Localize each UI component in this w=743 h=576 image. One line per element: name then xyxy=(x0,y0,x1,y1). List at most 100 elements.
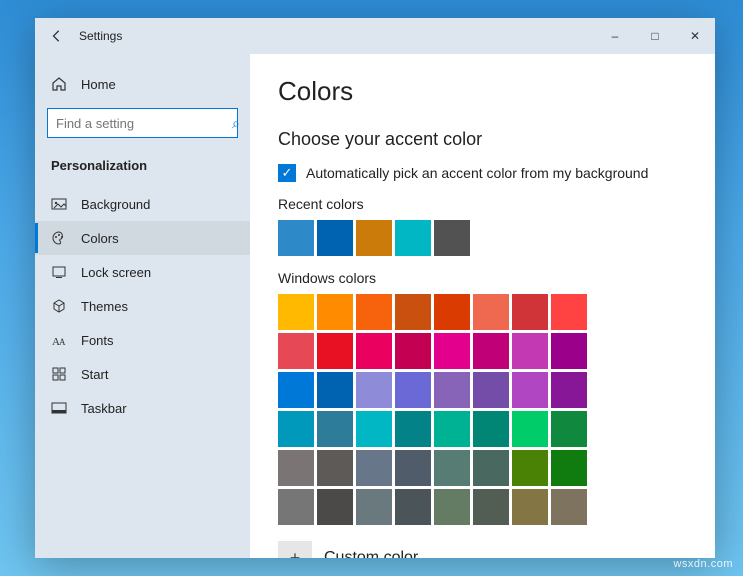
auto-accent-row[interactable]: ✓ Automatically pick an accent color fro… xyxy=(278,164,687,182)
color-swatch[interactable] xyxy=(356,372,392,408)
nav-home-label: Home xyxy=(81,77,116,92)
color-swatch[interactable] xyxy=(317,450,353,486)
nav-start[interactable]: Start xyxy=(35,357,250,391)
color-swatch[interactable] xyxy=(278,220,314,256)
windows-colors-label: Windows colors xyxy=(278,270,687,286)
nav-themes[interactable]: Themes xyxy=(35,289,250,323)
color-swatch[interactable] xyxy=(395,450,431,486)
close-button[interactable]: ✕ xyxy=(675,18,715,54)
color-swatch[interactable] xyxy=(278,489,314,525)
color-swatch[interactable] xyxy=(512,333,548,369)
color-swatch[interactable] xyxy=(278,372,314,408)
section-title: Choose your accent color xyxy=(278,129,687,150)
color-swatch[interactable] xyxy=(356,294,392,330)
color-swatch[interactable] xyxy=(473,411,509,447)
plus-icon[interactable]: + xyxy=(278,541,312,558)
sidebar: Home ⌕ Personalization Background Colors… xyxy=(35,54,250,558)
color-swatch[interactable] xyxy=(512,411,548,447)
color-swatch[interactable] xyxy=(356,450,392,486)
settings-window: Settings – □ ✕ Home ⌕ Personalization Ba… xyxy=(35,18,715,558)
windows-colors-grid xyxy=(278,294,590,525)
themes-icon xyxy=(51,298,67,314)
color-swatch[interactable] xyxy=(434,372,470,408)
color-swatch[interactable] xyxy=(395,333,431,369)
color-swatch[interactable] xyxy=(278,450,314,486)
color-swatch[interactable] xyxy=(317,220,353,256)
color-swatch[interactable] xyxy=(356,489,392,525)
nav-label: Fonts xyxy=(81,333,114,348)
custom-color-row[interactable]: + Custom color xyxy=(278,541,687,558)
color-swatch[interactable] xyxy=(356,220,392,256)
maximize-button[interactable]: □ xyxy=(635,18,675,54)
nav-label: Colors xyxy=(81,231,119,246)
nav-label: Taskbar xyxy=(81,401,127,416)
titlebar: Settings – □ ✕ xyxy=(35,18,715,54)
back-arrow-icon xyxy=(50,29,64,43)
search-icon: ⌕ xyxy=(232,115,240,132)
color-swatch[interactable] xyxy=(473,450,509,486)
color-swatch[interactable] xyxy=(317,489,353,525)
color-swatch[interactable] xyxy=(551,372,587,408)
recent-colors-label: Recent colors xyxy=(278,196,687,212)
color-swatch[interactable] xyxy=(278,294,314,330)
nav-taskbar[interactable]: Taskbar xyxy=(35,391,250,425)
color-swatch[interactable] xyxy=(434,333,470,369)
color-swatch[interactable] xyxy=(473,333,509,369)
color-swatch[interactable] xyxy=(512,489,548,525)
lock-screen-icon xyxy=(51,264,67,280)
color-swatch[interactable] xyxy=(317,372,353,408)
category-title: Personalization xyxy=(35,152,250,187)
color-swatch[interactable] xyxy=(434,294,470,330)
color-swatch[interactable] xyxy=(395,411,431,447)
nav-home[interactable]: Home xyxy=(35,66,250,102)
nav-colors[interactable]: Colors xyxy=(35,221,250,255)
svg-text:A: A xyxy=(59,337,66,347)
color-swatch[interactable] xyxy=(278,333,314,369)
picture-icon xyxy=(51,196,67,212)
color-swatch[interactable] xyxy=(278,411,314,447)
color-swatch[interactable] xyxy=(512,372,548,408)
color-swatch[interactable] xyxy=(356,411,392,447)
color-swatch[interactable] xyxy=(473,372,509,408)
window-controls: – □ ✕ xyxy=(595,18,715,54)
nav-fonts[interactable]: AA Fonts xyxy=(35,323,250,357)
color-swatch[interactable] xyxy=(551,489,587,525)
content-area: Colors Choose your accent color ✓ Automa… xyxy=(250,54,715,558)
color-swatch[interactable] xyxy=(434,450,470,486)
color-swatch[interactable] xyxy=(434,489,470,525)
color-swatch[interactable] xyxy=(473,294,509,330)
color-swatch[interactable] xyxy=(434,220,470,256)
color-swatch[interactable] xyxy=(395,220,431,256)
nav-background[interactable]: Background xyxy=(35,187,250,221)
color-swatch[interactable] xyxy=(317,294,353,330)
minimize-button[interactable]: – xyxy=(595,18,635,54)
color-swatch[interactable] xyxy=(317,333,353,369)
nav-lock-screen[interactable]: Lock screen xyxy=(35,255,250,289)
color-swatch[interactable] xyxy=(395,294,431,330)
color-swatch[interactable] xyxy=(512,294,548,330)
color-swatch[interactable] xyxy=(512,450,548,486)
fonts-icon: AA xyxy=(51,332,67,348)
nav-label: Start xyxy=(81,367,108,382)
color-swatch[interactable] xyxy=(395,372,431,408)
color-swatch[interactable] xyxy=(473,489,509,525)
color-swatch[interactable] xyxy=(551,294,587,330)
custom-color-label: Custom color xyxy=(324,549,418,558)
nav-label: Lock screen xyxy=(81,265,151,280)
color-swatch[interactable] xyxy=(395,489,431,525)
color-swatch[interactable] xyxy=(551,333,587,369)
taskbar-icon xyxy=(51,400,67,416)
nav-label: Themes xyxy=(81,299,128,314)
color-swatch[interactable] xyxy=(551,450,587,486)
color-swatch[interactable] xyxy=(356,333,392,369)
window-body: Home ⌕ Personalization Background Colors… xyxy=(35,54,715,558)
color-swatch[interactable] xyxy=(317,411,353,447)
home-icon xyxy=(51,76,67,92)
search-input[interactable] xyxy=(56,116,232,131)
recent-colors-row xyxy=(278,220,590,256)
back-button[interactable] xyxy=(35,18,79,54)
color-swatch[interactable] xyxy=(434,411,470,447)
color-swatch[interactable] xyxy=(551,411,587,447)
checkbox-checked-icon[interactable]: ✓ xyxy=(278,164,296,182)
search-input-container[interactable]: ⌕ xyxy=(47,108,238,138)
